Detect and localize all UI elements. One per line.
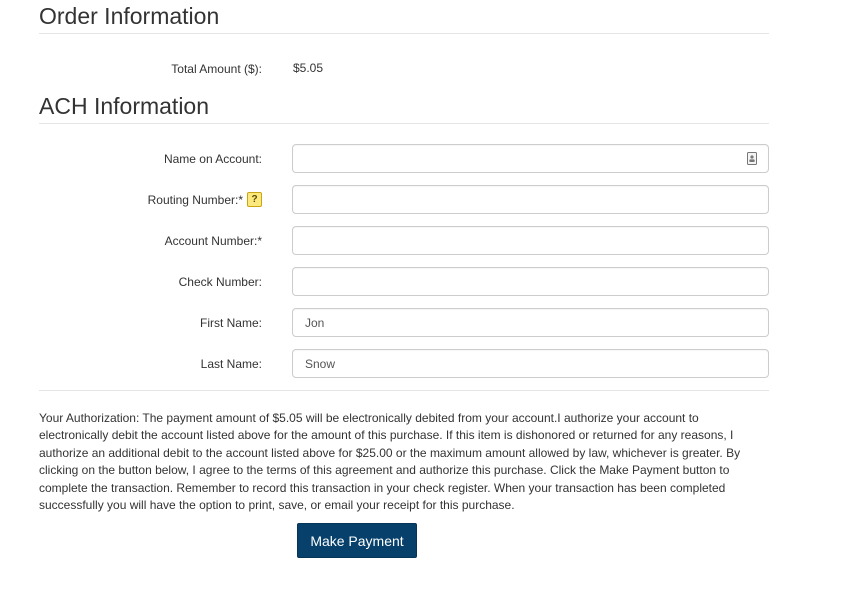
total-amount-value: $5.05 (293, 61, 324, 75)
account-number-input[interactable] (293, 227, 745, 254)
routing-number-input[interactable] (293, 186, 745, 213)
check-number-input[interactable] (293, 268, 745, 295)
routing-number-field[interactable] (292, 185, 769, 214)
make-payment-button[interactable]: Make Payment (297, 523, 417, 558)
first-name-field[interactable] (292, 308, 769, 337)
routing-number-label: Routing Number:*? (147, 192, 262, 208)
ach-section-divider (39, 123, 769, 124)
account-number-label: Account Number:* (164, 234, 262, 248)
first-name-label: First Name: (199, 316, 262, 330)
authorization-text: Your Authorization: The payment amount o… (39, 411, 741, 513)
check-number-field[interactable] (292, 267, 769, 296)
last-name-input[interactable] (293, 350, 745, 377)
name-on-account-label: Name on Account: (163, 152, 262, 166)
name-on-account-field[interactable] (292, 144, 769, 173)
last-name-label: Last Name: (200, 357, 262, 371)
account-number-field[interactable] (292, 226, 769, 255)
total-amount-label: Total Amount ($): (171, 62, 262, 76)
check-number-label: Check Number: (178, 275, 262, 289)
ach-information-heading: ACH Information (39, 93, 210, 119)
order-information-heading: Order Information (39, 3, 220, 29)
order-section-divider (39, 33, 769, 34)
question-mark-icon[interactable]: ? (247, 192, 262, 208)
routing-number-label-text: Routing Number:* (147, 193, 243, 207)
name-on-account-input[interactable] (293, 145, 745, 172)
last-name-field[interactable] (292, 349, 769, 378)
contact-card-icon[interactable] (747, 152, 757, 165)
authorization-divider (39, 390, 769, 391)
first-name-input[interactable] (293, 309, 745, 336)
